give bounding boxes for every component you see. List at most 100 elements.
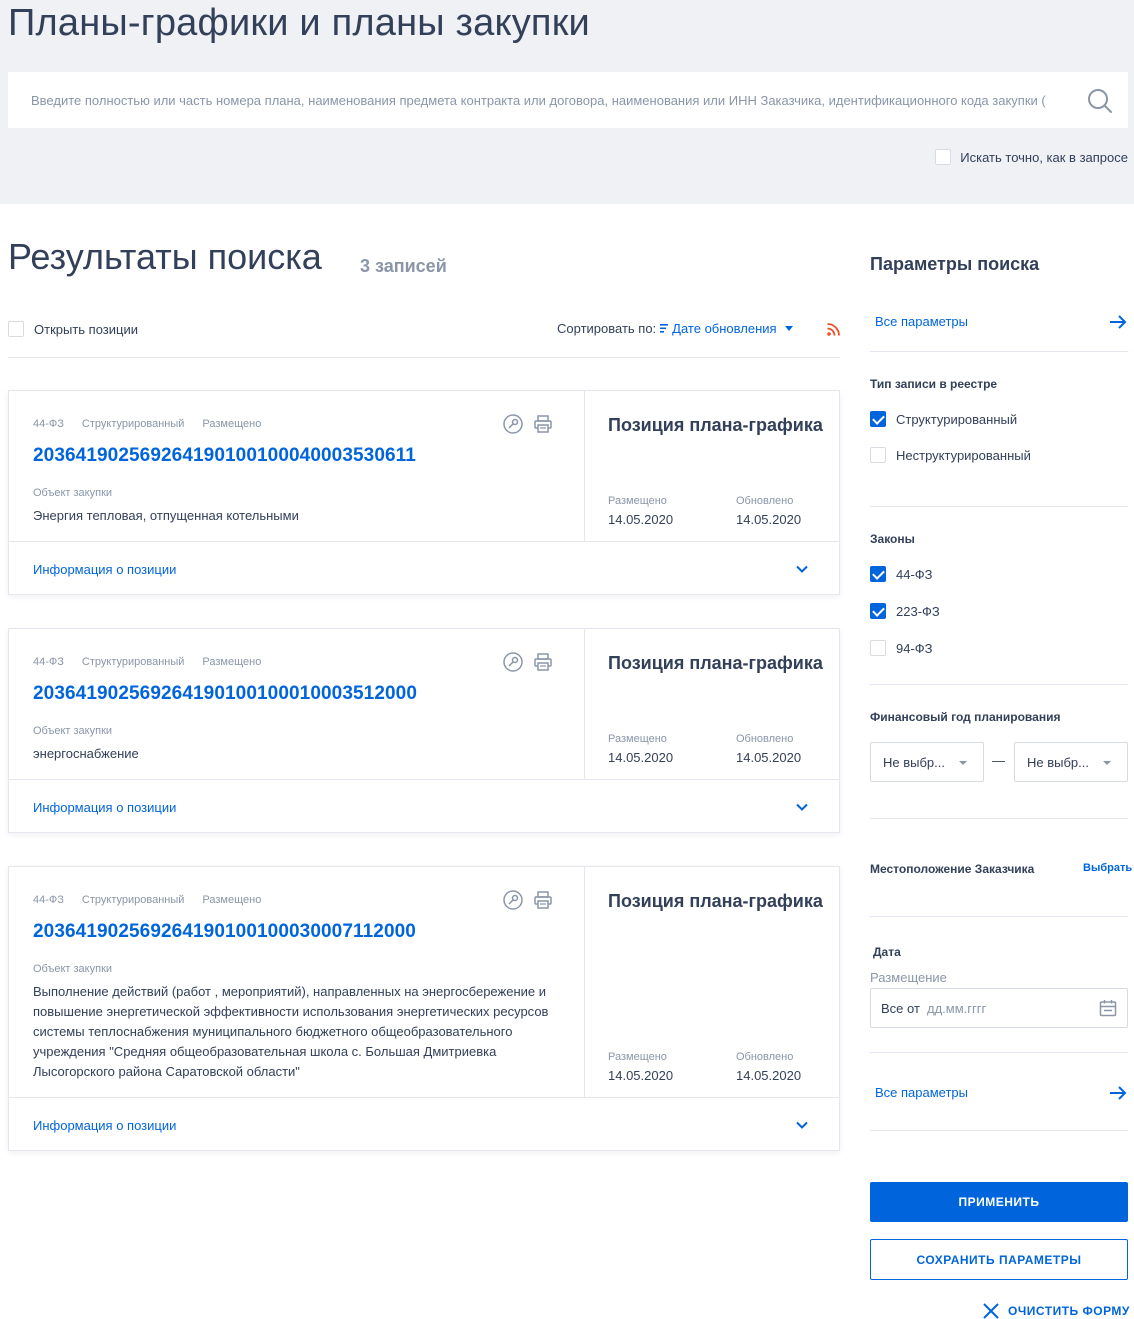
chevron-down-icon[interactable] (794, 1117, 810, 1133)
close-icon (983, 1303, 999, 1319)
plan-number-link[interactable]: 203641902569264190100100030007112000 (33, 921, 416, 943)
law-44-option[interactable]: 44-ФЗ (870, 566, 933, 582)
sort-value: Дате обновления (672, 321, 777, 336)
option-label: 44-ФЗ (896, 566, 933, 582)
exact-search-option[interactable]: Искать точно, как в запросе (935, 149, 1128, 165)
object-value: энергоснабжение (33, 746, 139, 761)
divider (9, 541, 839, 542)
all-params-link-bottom[interactable]: Все параметры (875, 1085, 968, 1100)
placed-label: Размещено (608, 733, 667, 745)
date-from-input[interactable] (927, 998, 1087, 1018)
record-type-unstructured[interactable]: Неструктурированный (870, 447, 1031, 463)
unstructured-checkbox[interactable] (870, 447, 886, 463)
law-44-checkbox[interactable] (870, 566, 886, 582)
option-label: 223-ФЗ (896, 603, 940, 619)
result-card: 44-ФЗ Структурированный Размещено 203641… (8, 390, 840, 595)
fin-year-title: Финансовый год планирования (870, 710, 1061, 724)
divider (8, 357, 840, 358)
record-type-title: Тип записи в реестре (870, 377, 998, 391)
chevron-down-icon (1103, 761, 1111, 765)
chevron-down-icon (784, 326, 793, 331)
arrow-right-icon[interactable] (1108, 1085, 1128, 1101)
divider (584, 391, 585, 541)
arrow-right-icon[interactable] (1108, 314, 1128, 330)
option-label: 94-ФЗ (896, 640, 933, 656)
position-info-link[interactable]: Информация о позиции (33, 562, 176, 577)
placed-date: 14.05.2020 (608, 512, 674, 527)
plan-number-link[interactable]: 203641902569264190100100010003512000 (33, 683, 417, 705)
chevron-down-icon[interactable] (794, 561, 810, 577)
divider (584, 629, 585, 779)
search-input[interactable] (8, 72, 1078, 128)
updated-label: Обновлено (736, 495, 794, 507)
divider (870, 916, 1128, 917)
divider (870, 351, 1128, 352)
plan-number-link[interactable]: 203641902569264190100100040003530611 (33, 445, 416, 467)
print-icon[interactable] (533, 414, 553, 434)
updated-label: Обновлено (736, 733, 794, 745)
open-positions-checkbox[interactable] (8, 321, 24, 337)
updated-date: 14.05.2020 (736, 750, 802, 765)
card-tags: 44-ФЗ Структурированный Размещено (33, 418, 261, 430)
position-title: Позиция плана-графика (608, 653, 823, 673)
status-tag: Размещено (202, 894, 262, 906)
placed-label: Размещено (608, 1051, 667, 1063)
law-94-checkbox[interactable] (870, 640, 886, 656)
key-icon[interactable] (503, 414, 523, 434)
law-223-option[interactable]: 223-ФЗ (870, 603, 940, 619)
sort-dropdown[interactable]: Дате обновления (660, 321, 793, 336)
card-tags: 44-ФЗ Структурированный Размещено (33, 894, 261, 906)
range-separator: — (992, 753, 1005, 768)
date-title: Дата (873, 945, 901, 959)
object-value: Энергия тепловая, отпущенная котельными (33, 508, 299, 523)
status-tag: Размещено (202, 418, 262, 430)
object-label: Объект закупки (33, 725, 113, 737)
search-bar (8, 72, 1128, 128)
object-label: Объект закупки (33, 487, 113, 499)
print-icon[interactable] (533, 652, 553, 672)
divider (870, 506, 1128, 507)
law-tag: 44-ФЗ (33, 656, 64, 668)
law-94-option[interactable]: 94-ФЗ (870, 640, 933, 656)
print-icon[interactable] (533, 890, 553, 910)
location-choose-link[interactable]: Выбрать (1083, 862, 1132, 874)
placed-date: 14.05.2020 (608, 1068, 674, 1083)
position-info-link[interactable]: Информация о позиции (33, 800, 176, 815)
updated-date: 14.05.2020 (736, 512, 802, 527)
calendar-icon[interactable] (1099, 999, 1117, 1017)
law-tag: 44-ФЗ (33, 894, 64, 906)
structured-checkbox[interactable] (870, 411, 886, 427)
divider (870, 818, 1128, 819)
date-from-field: Все от (870, 988, 1128, 1028)
chevron-down-icon (959, 761, 967, 765)
sort-icon (660, 324, 669, 333)
placed-date: 14.05.2020 (608, 750, 674, 765)
all-params-link[interactable]: Все параметры (875, 314, 968, 329)
chevron-down-icon[interactable] (794, 799, 810, 815)
apply-button[interactable]: ПРИМЕНИТЬ (870, 1182, 1128, 1222)
record-type-structured[interactable]: Структурированный (870, 411, 1017, 427)
fin-year-from-select[interactable]: Не выбр... (870, 742, 984, 782)
hero-section: Планы-графики и планы закупки Искать точ… (0, 0, 1134, 204)
clear-form-button[interactable]: ОЧИСТИТЬ ФОРМУ (982, 1302, 1130, 1319)
rss-icon[interactable] (827, 323, 840, 341)
save-params-button[interactable]: СОХРАНИТЬ ПАРАМЕТРЫ (870, 1239, 1128, 1280)
law-223-checkbox[interactable] (870, 603, 886, 619)
search-icon[interactable] (1086, 87, 1114, 115)
divider (870, 1052, 1128, 1053)
object-label: Объект закупки (33, 963, 113, 975)
position-info-link[interactable]: Информация о позиции (33, 1118, 176, 1133)
key-icon[interactable] (503, 890, 523, 910)
option-label: Структурированный (896, 411, 1018, 427)
exact-search-checkbox[interactable] (935, 149, 952, 165)
date-prefix: Все от (881, 1001, 920, 1016)
select-value: Не выбр... (1027, 755, 1089, 770)
fin-year-to-select[interactable]: Не выбр... (1014, 742, 1128, 782)
sort-control: Сортировать по: Дате обновления (557, 321, 793, 336)
key-icon[interactable] (503, 652, 523, 672)
open-positions-option[interactable]: Открыть позиции (8, 321, 138, 337)
select-value: Не выбр... (883, 755, 945, 770)
result-card: 44-ФЗ Структурированный Размещено 203641… (8, 866, 840, 1151)
law-tag: 44-ФЗ (33, 418, 64, 430)
status-tag: Размещено (202, 656, 262, 668)
